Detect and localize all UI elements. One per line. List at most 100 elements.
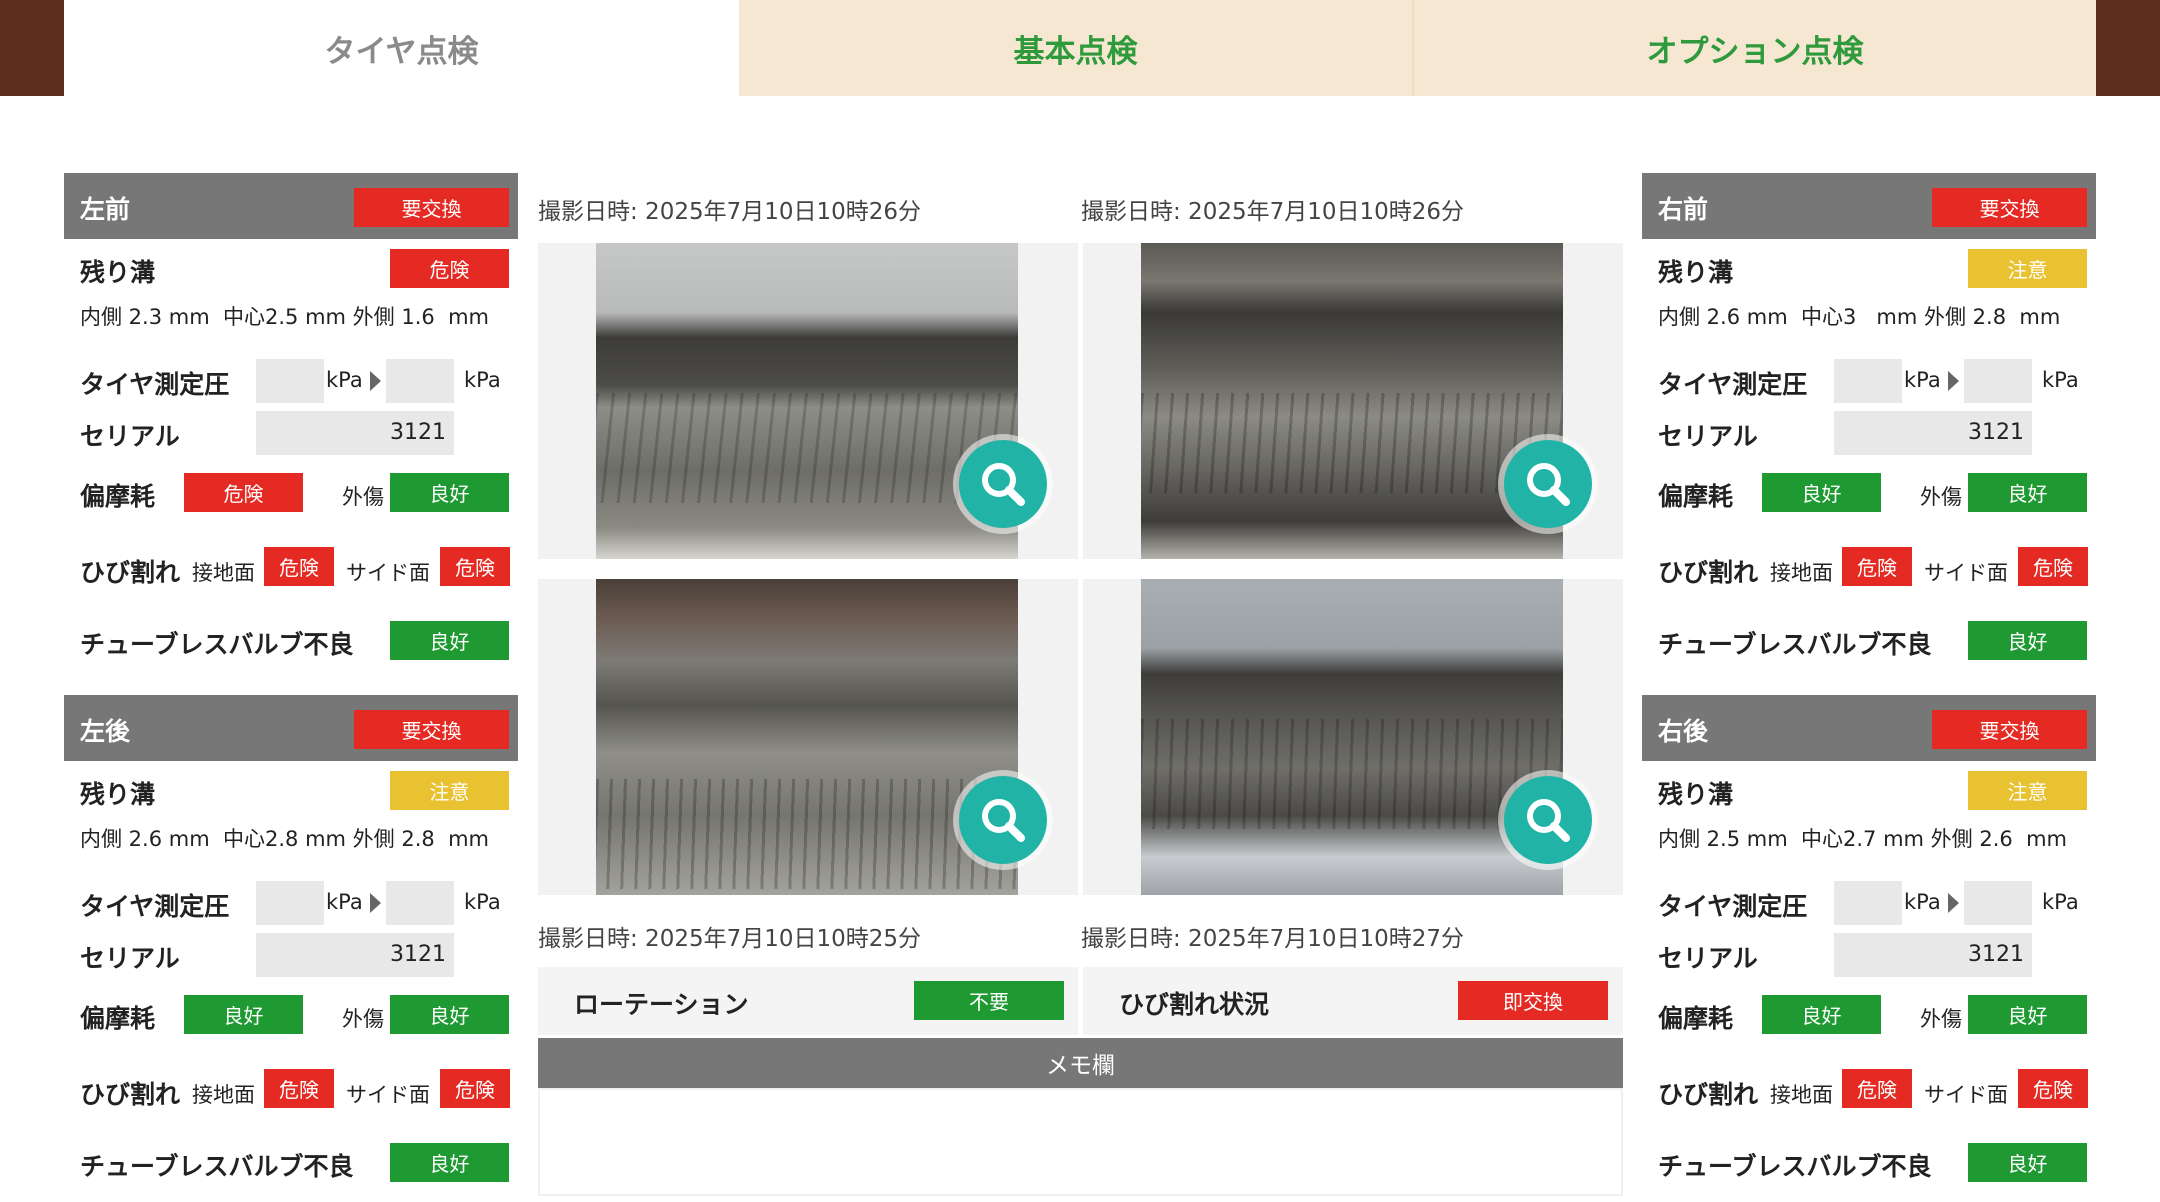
- ground-label: 接地面: [192, 1083, 255, 1107]
- tab-option-inspection[interactable]: オプション点検: [1414, 0, 2096, 96]
- side-badge[interactable]: 危険: [2018, 1069, 2088, 1108]
- zoom-icon[interactable]: [959, 776, 1047, 864]
- zoom-icon[interactable]: [1504, 440, 1592, 528]
- tire-photo-right-rear[interactable]: [1083, 579, 1623, 895]
- tire-panel-left-front: 左前 要交換 残り溝 危険 内側 2.3 mm 中心2.5 mm 外側 1.6 …: [64, 173, 518, 673]
- tire-panel-header: 左前 要交換: [64, 173, 518, 239]
- pressure-unit-before: kPa: [326, 890, 363, 914]
- photo-timestamp-right-front: 撮影日時: 2025年7月10日10時26分: [1081, 199, 1465, 225]
- valve-badge[interactable]: 良好: [1968, 1143, 2087, 1182]
- uneven-label: 偏摩耗: [1658, 1004, 1734, 1033]
- tab-tire-inspection[interactable]: タイヤ点検: [64, 0, 739, 96]
- uneven-badge[interactable]: 良好: [1762, 473, 1881, 512]
- uneven-badge[interactable]: 良好: [184, 995, 303, 1034]
- memo-textarea[interactable]: [538, 1088, 1623, 1196]
- tire-photo-right-front[interactable]: [1083, 243, 1623, 559]
- pressure-after-input[interactable]: [1964, 359, 2032, 403]
- crack-row: ひび割れ 接地面 危険 サイド面 危険: [1642, 1049, 2096, 1131]
- pressure-unit-after: kPa: [2042, 368, 2079, 392]
- arrow-right-icon: [370, 371, 381, 391]
- crack-label: ひび割れ: [80, 558, 181, 587]
- pressure-after-input[interactable]: [386, 359, 454, 403]
- ground-badge[interactable]: 危険: [264, 1069, 334, 1108]
- valve-badge[interactable]: 良好: [390, 621, 509, 660]
- uneven-row: 偏摩耗 良好 外傷 良好: [64, 981, 518, 1049]
- ground-label: 接地面: [192, 561, 255, 585]
- tire-position: 左前: [80, 195, 131, 224]
- uneven-badge[interactable]: 危険: [184, 473, 303, 512]
- serial-value: 3121: [1968, 420, 2024, 445]
- valve-badge[interactable]: 良好: [1968, 621, 2087, 660]
- tire-panel-right-rear: 右後 要交換 残り溝 注意 内側 2.5 mm 中心2.7 mm 外側 2.6 …: [1642, 695, 2096, 1195]
- pressure-unit-before: kPa: [326, 368, 363, 392]
- valve-badge[interactable]: 良好: [390, 1143, 509, 1182]
- pressure-label: タイヤ測定圧: [1658, 892, 1808, 921]
- damage-badge[interactable]: 良好: [390, 995, 509, 1034]
- serial-row: セリアル 3121: [1642, 407, 2096, 459]
- crack-status-row: ひび割れ状況 即交換: [1083, 967, 1623, 1035]
- pressure-before-input[interactable]: [256, 359, 324, 403]
- damage-label: 外傷: [1920, 485, 1962, 509]
- uneven-label: 偏摩耗: [1658, 482, 1734, 511]
- crack-status-label: ひび割れ状況: [1119, 990, 1270, 1019]
- tab-basic-inspection[interactable]: 基本点検: [739, 0, 1414, 96]
- serial-row: セリアル 3121: [64, 407, 518, 459]
- crack-label: ひび割れ: [1658, 1080, 1759, 1109]
- crack-status-badge[interactable]: 即交換: [1458, 981, 1608, 1020]
- zoom-icon[interactable]: [959, 440, 1047, 528]
- pressure-before-input[interactable]: [1834, 881, 1902, 925]
- uneven-label: 偏摩耗: [80, 1004, 156, 1033]
- pressure-after-input[interactable]: [1964, 881, 2032, 925]
- rotation-badge[interactable]: 不要: [914, 981, 1064, 1020]
- groove-label: 残り溝: [1658, 258, 1734, 287]
- damage-badge[interactable]: 良好: [1968, 473, 2087, 512]
- ground-badge[interactable]: 危険: [264, 547, 334, 586]
- uneven-label: 偏摩耗: [80, 482, 156, 511]
- rotation-label: ローテーション: [574, 990, 749, 1019]
- tire-photo-left-front[interactable]: [538, 243, 1078, 559]
- pressure-label: タイヤ測定圧: [80, 892, 230, 921]
- zoom-icon[interactable]: [1504, 776, 1592, 864]
- tire-status-badge: 要交換: [354, 710, 509, 749]
- pressure-row: タイヤ測定圧 kPa kPa: [64, 877, 518, 929]
- serial-row: セリアル 3121: [1642, 929, 2096, 981]
- crack-label: ひび割れ: [1658, 558, 1759, 587]
- side-badge[interactable]: 危険: [440, 1069, 510, 1108]
- damage-label: 外傷: [1920, 1007, 1962, 1031]
- groove-detail: 内側 2.6 mm 中心2.8 mm 外側 2.8 mm: [80, 827, 490, 851]
- tire-status-badge: 要交換: [1932, 710, 2087, 749]
- pressure-unit-before: kPa: [1904, 368, 1941, 392]
- crack-label: ひび割れ: [80, 1080, 181, 1109]
- pressure-before-input[interactable]: [256, 881, 324, 925]
- side-label: サイド面: [346, 561, 430, 585]
- pressure-after-input[interactable]: [386, 881, 454, 925]
- ground-badge[interactable]: 危険: [1842, 1069, 1912, 1108]
- damage-badge[interactable]: 良好: [390, 473, 509, 512]
- arrow-right-icon: [1948, 371, 1959, 391]
- groove-row: 残り溝 危険 内側 2.3 mm 中心2.5 mm 外側 1.6 mm: [64, 239, 518, 355]
- valve-label: チューブレスバルブ不良: [1658, 1152, 1932, 1181]
- tire-photo-image: [1141, 243, 1563, 559]
- tire-panel-header: 右前 要交換: [1642, 173, 2096, 239]
- tire-photo-left-rear[interactable]: [538, 579, 1078, 895]
- tire-panel-right-front: 右前 要交換 残り溝 注意 内側 2.6 mm 中心3 mm 外側 2.8 mm…: [1642, 173, 2096, 673]
- ground-badge[interactable]: 危険: [1842, 547, 1912, 586]
- uneven-row: 偏摩耗 危険 外傷 良好: [64, 459, 518, 527]
- groove-label: 残り溝: [80, 780, 156, 809]
- side-badge[interactable]: 危険: [2018, 547, 2088, 586]
- valve-label: チューブレスバルブ不良: [80, 1152, 354, 1181]
- side-label: サイド面: [1924, 1083, 2008, 1107]
- tire-status-badge: 要交換: [354, 188, 509, 227]
- side-badge[interactable]: 危険: [440, 547, 510, 586]
- side-label: サイド面: [1924, 561, 2008, 585]
- pressure-before-input[interactable]: [1834, 359, 1902, 403]
- crack-row: ひび割れ 接地面 危険 サイド面 危険: [64, 527, 518, 609]
- groove-label: 残り溝: [80, 258, 156, 287]
- damage-badge[interactable]: 良好: [1968, 995, 2087, 1034]
- valve-row: チューブレスバルブ不良 良好: [64, 609, 518, 673]
- serial-label: セリアル: [1658, 422, 1758, 451]
- ground-label: 接地面: [1770, 561, 1833, 585]
- uneven-badge[interactable]: 良好: [1762, 995, 1881, 1034]
- side-label: サイド面: [346, 1083, 430, 1107]
- serial-label: セリアル: [80, 422, 180, 451]
